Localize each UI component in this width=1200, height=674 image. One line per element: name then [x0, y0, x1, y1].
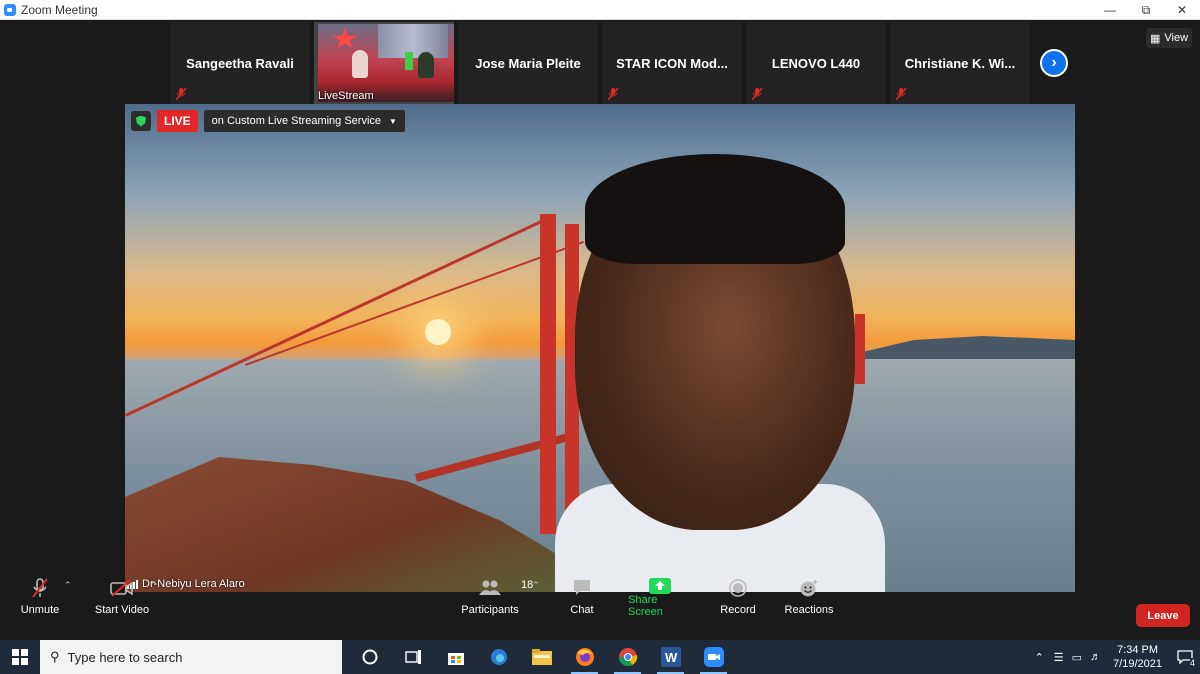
unmute-button[interactable]: Unmute — [20, 578, 60, 616]
caret-down-icon: ▼ — [389, 116, 397, 126]
reactions-button[interactable]: Reactions — [784, 578, 834, 616]
chat-button[interactable]: Chat — [566, 578, 598, 616]
taskbar-search-box[interactable]: ⚲ Type here to search — [40, 640, 342, 674]
window-controls: — ⧉ ✕ — [1092, 0, 1200, 20]
leave-button[interactable]: Leave — [1136, 604, 1190, 627]
video-off-icon — [110, 578, 134, 598]
participant-name: Sangeetha Ravali — [186, 55, 294, 71]
audio-options-caret[interactable]: ⌃ — [64, 580, 72, 591]
title-bar: Zoom Meeting — ⧉ ✕ — [0, 0, 1200, 20]
live-service-dropdown[interactable]: on Custom Live Streaming Service ▼ — [203, 110, 405, 132]
search-placeholder: Type here to search — [67, 649, 183, 665]
window-title: Zoom Meeting — [21, 2, 98, 17]
record-icon — [729, 578, 747, 598]
muted-mic-icon — [752, 88, 762, 100]
live-service-label: on Custom Live Streaming Service — [211, 115, 382, 127]
wifi-icon[interactable]: ☰ — [1054, 651, 1064, 664]
share-screen-label: Share Screen — [628, 594, 663, 618]
participant-name: STAR ICON Mod... — [616, 55, 728, 71]
windows-taskbar: ⚲ Type here to search W ⌃ ☰ ▭ ♬ 7:34 PM … — [0, 640, 1200, 674]
start-video-button[interactable]: Start Video — [94, 578, 150, 616]
task-view-icon[interactable] — [391, 640, 434, 674]
volume-icon[interactable]: ♬ — [1090, 651, 1101, 663]
unmute-label: Unmute — [20, 604, 60, 616]
participant-name: Jose Maria Pleite — [475, 55, 581, 71]
clock-date: 7/19/2021 — [1113, 658, 1162, 670]
cortana-icon[interactable] — [348, 640, 391, 674]
start-video-label: Start Video — [94, 604, 150, 616]
chat-icon — [572, 578, 592, 598]
participants-label: Participants — [461, 604, 519, 616]
live-badge: LIVE — [157, 110, 198, 132]
share-screen-icon — [649, 578, 671, 594]
view-label: View — [1164, 32, 1189, 44]
participant-name: LENOVO L440 — [771, 55, 861, 71]
participant-name: LiveStream — [318, 90, 374, 102]
clock-time: 7:34 PM — [1117, 644, 1159, 656]
windows-start-icon[interactable] — [0, 640, 40, 674]
firefox-icon[interactable] — [563, 640, 606, 674]
record-label: Record — [720, 604, 756, 616]
notifications-icon[interactable]: 4 — [1170, 640, 1200, 674]
muted-mic-icon — [32, 578, 48, 598]
participant-tile[interactable]: Christiane K. Wi... — [890, 22, 1030, 104]
search-icon: ⚲ — [50, 649, 60, 664]
participant-name: Christiane K. Wi... — [904, 55, 1016, 71]
next-page-button[interactable]: › — [1040, 49, 1068, 77]
participant-tile[interactable]: STAR ICON Mod... — [602, 22, 742, 104]
system-tray: ⌃ ☰ ▭ ♬ 7:34 PM 7/19/2021 4 — [1035, 640, 1200, 674]
participant-tile-livestream[interactable]: LiveStream — [314, 22, 472, 104]
active-speaker-video: LIVE on Custom Live Streaming Service ▼ … — [125, 104, 1075, 592]
close-icon[interactable]: ✕ — [1164, 0, 1200, 20]
zoom-icon[interactable] — [692, 640, 735, 674]
participant-tile[interactable]: Jose Maria Pleite — [458, 22, 598, 104]
svg-text:W: W — [665, 650, 678, 665]
view-button[interactable]: ▦ View — [1146, 28, 1192, 48]
shield-icon[interactable] — [131, 111, 151, 131]
speaker-figure — [555, 154, 885, 592]
zoom-app-icon — [4, 3, 16, 16]
minimize-icon[interactable]: — — [1092, 0, 1128, 20]
live-status-bar: LIVE on Custom Live Streaming Service ▼ — [131, 110, 405, 132]
smiley-icon — [799, 578, 819, 598]
store-icon[interactable] — [434, 640, 477, 674]
record-button[interactable]: Record — [720, 578, 756, 616]
participants-icon: 18 — [479, 578, 533, 598]
notification-count: 4 — [1189, 658, 1195, 668]
battery-icon[interactable]: ▭ — [1072, 651, 1082, 664]
participant-tile[interactable]: Sangeetha Ravali — [170, 22, 310, 104]
restore-icon[interactable]: ⧉ — [1128, 0, 1164, 20]
participant-tile[interactable]: LENOVO L440 — [746, 22, 886, 104]
participants-options-caret[interactable]: ⌃ — [532, 580, 540, 591]
participants-button[interactable]: 18 Participants — [461, 578, 533, 616]
edge-icon[interactable] — [477, 640, 520, 674]
muted-mic-icon — [176, 88, 186, 100]
reactions-label: Reactions — [784, 604, 834, 616]
muted-mic-icon — [608, 88, 618, 100]
file-explorer-icon[interactable] — [520, 640, 563, 674]
grid-icon: ▦ — [1149, 32, 1161, 45]
meeting-area: Sangeetha Ravali LiveStream Jose Maria P… — [0, 20, 1200, 594]
share-screen-button[interactable]: Share Screen — [628, 578, 692, 618]
video-options-caret[interactable]: ⌃ — [150, 580, 158, 591]
chevron-up-icon[interactable]: ⌃ — [1035, 651, 1044, 664]
chrome-icon[interactable] — [606, 640, 649, 674]
taskbar-clock[interactable]: 7:34 PM 7/19/2021 — [1113, 643, 1162, 671]
muted-mic-icon — [896, 88, 906, 100]
chevron-right-icon: › — [1051, 54, 1057, 71]
thumbnail-strip: Sangeetha Ravali LiveStream Jose Maria P… — [170, 22, 1030, 104]
word-icon[interactable]: W — [649, 640, 692, 674]
chat-label: Chat — [570, 604, 594, 616]
